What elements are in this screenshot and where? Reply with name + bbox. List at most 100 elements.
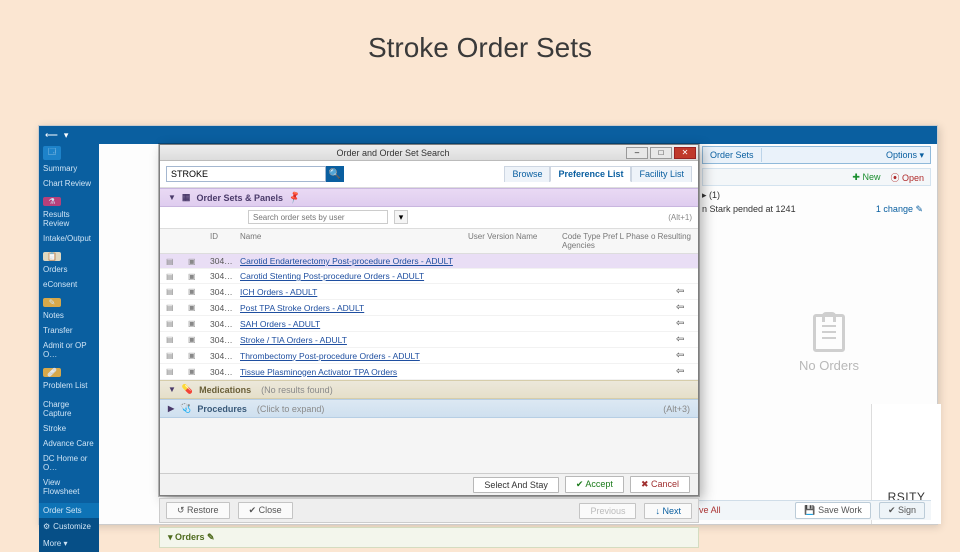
row-type-icon: ▣: [188, 335, 206, 344]
previous-button[interactable]: Previous: [579, 503, 636, 519]
result-row[interactable]: ▤▣304…Carotid Stenting Post-procedure Or…: [160, 269, 698, 284]
bg-tab-order-sets[interactable]: Order Sets: [703, 148, 762, 162]
results-icon[interactable]: ⚗: [43, 197, 61, 206]
callout-arrow-icon: ⇦: [676, 302, 692, 313]
sidebar-item-admit[interactable]: Admit or OP O…: [39, 338, 99, 362]
sidebar-item-advance-care[interactable]: Advance Care: [39, 436, 99, 451]
row-name[interactable]: SAH Orders - ADULT: [240, 319, 672, 329]
row-icon: ▤: [166, 319, 184, 328]
result-row[interactable]: ▤▣304…SAH Orders - ADULT⇦: [160, 316, 698, 332]
tab-browse[interactable]: Browse: [504, 166, 550, 182]
row-icon: ▤: [166, 335, 184, 344]
bg-count: ▸ (1): [702, 190, 720, 201]
dialog-footer: Select And Stay ✔ Accept ✖ Cancel: [160, 473, 698, 495]
sidebar-item-stroke[interactable]: Stroke: [39, 421, 99, 436]
sidebar-item-view-flowsheet[interactable]: View Flowsheet: [39, 475, 99, 499]
summary-icon[interactable]: 🗔: [43, 146, 61, 160]
problem-list-icon[interactable]: 🩹: [43, 368, 61, 377]
sign-button[interactable]: ✔ Sign: [879, 502, 925, 519]
row-type-icon: ▣: [188, 257, 206, 266]
sidebar-item-econsent[interactable]: eConsent: [39, 277, 99, 292]
main-area: Order Sets Options ▾ ✚ New ⦿ Open ▸ (1) …: [99, 144, 937, 524]
orders-section-header[interactable]: ▾ Orders ✎: [159, 527, 699, 548]
sidebar-item-results-review[interactable]: Results Review: [39, 207, 99, 231]
section-order-sets[interactable]: ▼ ▦ Order Sets & Panels 📌: [160, 188, 698, 207]
minimize-button[interactable]: –: [626, 147, 648, 159]
row-icon: ▤: [166, 367, 184, 376]
sidebar-footer: ⚙Customize More ▾: [39, 518, 99, 552]
order-search-dialog: Order and Order Set Search – □ ✕ 🔍 Brows…: [159, 144, 699, 496]
save-work-button[interactable]: 💾 Save Work: [795, 502, 871, 519]
panels-icon: ▦: [182, 192, 191, 203]
row-type-icon: ▣: [188, 272, 206, 281]
result-row[interactable]: ▤▣304…Tissue Plasminogen Activator TPA O…: [160, 364, 698, 380]
row-id: 304…: [210, 335, 236, 345]
sidebar-item-summary[interactable]: Summary: [39, 161, 99, 176]
tab-facility-list[interactable]: Facility List: [631, 166, 692, 182]
orders-icon[interactable]: 📋: [43, 252, 61, 261]
section-medications[interactable]: ▼ 💊 Medications (No results found): [160, 380, 698, 399]
restore-button[interactable]: ↺ Restore: [166, 502, 230, 519]
row-name[interactable]: Tissue Plasminogen Activator TPA Orders: [240, 367, 672, 377]
bg-new-button[interactable]: ✚ New: [852, 172, 880, 183]
sidebar-more[interactable]: More ▾: [39, 535, 99, 552]
row-name[interactable]: Thrombectomy Post-procedure Orders - ADU…: [240, 351, 672, 361]
row-id: 304…: [210, 287, 236, 297]
sidebar-item-charge-capture[interactable]: Charge Capture: [39, 397, 99, 421]
slide-title: Stroke Order Sets: [0, 0, 960, 74]
sidebar-item-order-sets[interactable]: Order Sets: [39, 503, 99, 518]
next-button[interactable]: ↓ Next: [644, 503, 692, 519]
notes-icon[interactable]: ✎: [43, 298, 61, 307]
result-rows: ▤ ▣ 304… Carotid Endarterectomy Post-proced…: [160, 254, 698, 380]
result-row[interactable]: ▤ ▣ 304… Carotid Endarterectomy Post-proced…: [160, 254, 698, 269]
sidebar-item-orders[interactable]: Orders: [39, 262, 99, 277]
sidebar-item-intake-output[interactable]: Intake/Output: [39, 231, 99, 246]
accept-button[interactable]: ✔ Accept: [565, 476, 624, 493]
row-icon: ▤: [166, 257, 184, 266]
pin-icon[interactable]: 📌: [287, 190, 302, 205]
close-button[interactable]: ✕: [674, 147, 696, 159]
sidebar: 🗔 Summary Chart Review ⚗ Results Review …: [39, 144, 99, 524]
row-type-icon: ▣: [188, 319, 206, 328]
app-window: ⟵ ▾ 🗔 Summary Chart Review ⚗ Results Rev…: [38, 125, 938, 525]
section-procedures[interactable]: ▶ 🩺 Procedures (Click to expand) (Alt+3): [160, 399, 698, 418]
sidebar-item-problem-list[interactable]: Problem List: [39, 378, 99, 393]
callout-arrow-icon: ⇦: [676, 366, 692, 377]
sidebar-item-dc-home[interactable]: DC Home or O…: [39, 451, 99, 475]
cancel-button[interactable]: ✖ Cancel: [630, 476, 690, 493]
bg-change-link[interactable]: 1 change ✎: [876, 204, 923, 215]
sidebar-item-chart-review[interactable]: Chart Review: [39, 176, 99, 191]
row-id: 304…: [210, 367, 236, 377]
tab-preference-list[interactable]: Preference List: [550, 166, 631, 182]
row-name[interactable]: Post TPA Stroke Orders - ADULT: [240, 303, 672, 313]
row-name[interactable]: Carotid Endarterectomy Post-procedure Or…: [240, 256, 672, 266]
proc-hint: (Alt+3): [663, 404, 690, 414]
search-icon[interactable]: 🔍: [326, 166, 344, 182]
menu-icon[interactable]: ▾: [64, 130, 69, 141]
result-row[interactable]: ▤▣304…ICH Orders - ADULT⇦: [160, 284, 698, 300]
back-icon[interactable]: ⟵: [45, 130, 58, 141]
collapse-icon: ▼: [168, 193, 176, 202]
row-icon: ▤: [166, 351, 184, 360]
stethoscope-icon: 🩺: [180, 403, 191, 414]
result-row[interactable]: ▤▣304…Post TPA Stroke Orders - ADULT⇦: [160, 300, 698, 316]
maximize-button[interactable]: □: [650, 147, 672, 159]
row-name[interactable]: Carotid Stenting Post-procedure Orders -…: [240, 271, 672, 281]
row-icon: ▤: [166, 272, 184, 281]
filter-dropdown-icon[interactable]: ▾: [394, 210, 408, 224]
result-row[interactable]: ▤▣304…Stroke / TIA Orders - ADULT⇦: [160, 332, 698, 348]
bg-options[interactable]: Options ▾: [880, 148, 930, 163]
sidebar-item-notes[interactable]: Notes: [39, 308, 99, 323]
user-filter-input[interactable]: [248, 210, 388, 224]
bg-open-button[interactable]: ⦿ Open: [890, 171, 924, 184]
pill-icon: 💊: [182, 384, 193, 395]
close-panel-button[interactable]: ✔ Close: [238, 502, 293, 519]
select-and-stay-button[interactable]: Select And Stay: [473, 477, 559, 493]
sidebar-customize[interactable]: ⚙Customize: [39, 518, 99, 535]
result-row[interactable]: ▤▣304…Thrombectomy Post-procedure Orders…: [160, 348, 698, 364]
row-id: 304…: [210, 256, 236, 266]
sidebar-item-transfer[interactable]: Transfer: [39, 323, 99, 338]
row-name[interactable]: Stroke / TIA Orders - ADULT: [240, 335, 672, 345]
search-input[interactable]: [166, 166, 326, 182]
row-name[interactable]: ICH Orders - ADULT: [240, 287, 672, 297]
